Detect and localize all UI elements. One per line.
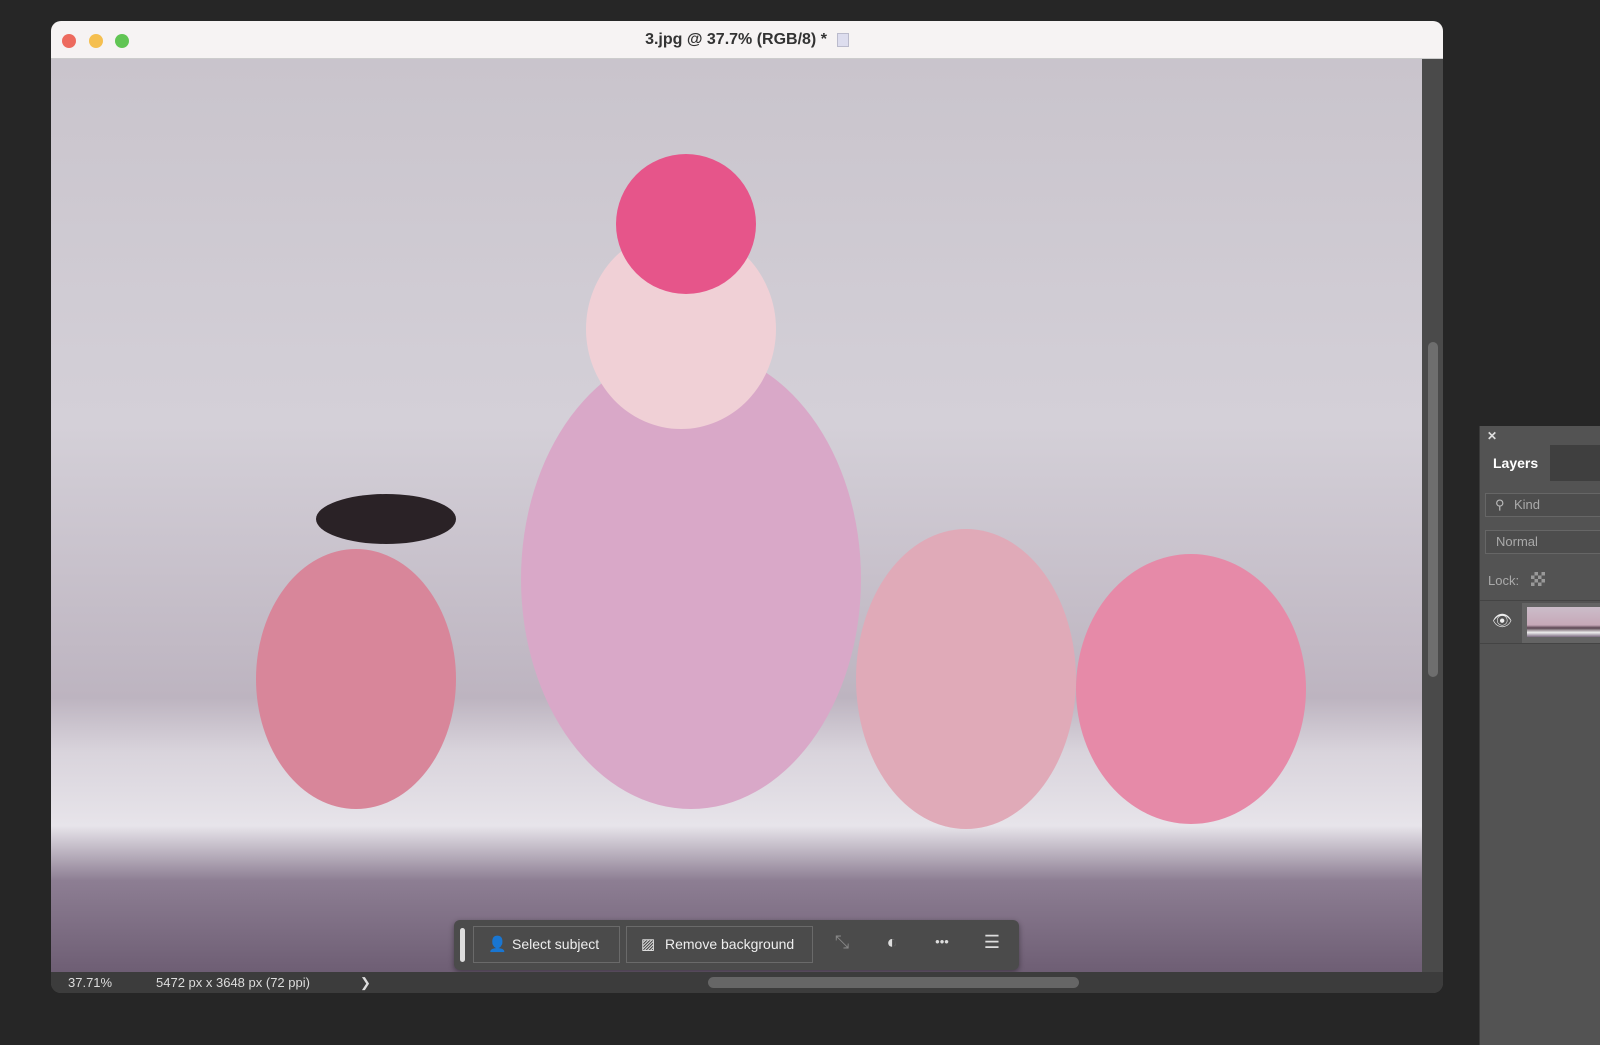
photo-bear-hat — [316, 494, 456, 544]
title-bar: 3.jpg @ 37.7% (RGB/8) * — [51, 21, 1443, 59]
photo-bear-middle — [856, 529, 1076, 829]
horizontal-scroll-thumb[interactable] — [708, 977, 1079, 988]
visibility-eye-icon[interactable]: 👁 — [1492, 611, 1512, 631]
minimize-button[interactable] — [89, 34, 103, 48]
contextual-task-bar: 👤 Select subject ▨ Remove background ⤡ ◐ •… — [454, 920, 1019, 970]
zoom-button[interactable] — [115, 34, 129, 48]
vertical-scroll-thumb[interactable] — [1428, 342, 1438, 677]
lock-transparency-icon[interactable] — [1531, 572, 1545, 586]
vertical-scrollbar[interactable] — [1422, 59, 1443, 972]
layers-panel: ✕ Layers ⚲ Kind Normal Lock: 👁 — [1479, 426, 1600, 1045]
document-icon — [836, 32, 849, 47]
document-dimensions: 5472 px x 3648 px (72 ppi) — [156, 975, 310, 990]
image-icon: ▨ — [641, 936, 656, 953]
zoom-level[interactable]: 37.71% — [68, 975, 112, 990]
tab-layers[interactable]: Layers — [1480, 445, 1550, 481]
search-icon: ⚲ — [1495, 497, 1505, 512]
settings-sliders-icon[interactable]: ☰ — [980, 932, 1004, 953]
close-button[interactable] — [62, 34, 76, 48]
layer-kind-filter[interactable]: ⚲ Kind — [1485, 493, 1600, 517]
select-subject-button[interactable]: 👤 Select subject — [473, 926, 620, 963]
more-options-icon[interactable]: ••• — [930, 934, 954, 949]
blend-mode-select[interactable]: Normal — [1485, 530, 1600, 554]
lock-label: Lock: — [1488, 573, 1520, 588]
adjustment-circle-icon[interactable]: ◐ — [880, 932, 904, 953]
remove-background-button[interactable]: ▨ Remove background — [626, 926, 813, 963]
drag-handle[interactable] — [460, 928, 465, 962]
person-icon: 👤 — [488, 936, 507, 953]
photo-bear-left — [256, 549, 456, 809]
document-window: 3.jpg @ 37.7% (RGB/8) * 👤 Select subject … — [51, 21, 1443, 993]
photo-flower — [616, 154, 756, 294]
window-title: 3.jpg @ 37.7% (RGB/8) * — [645, 31, 827, 48]
photo-bear-right — [1076, 554, 1306, 824]
photo — [256, 154, 1306, 829]
image-canvas[interactable]: 👤 Select subject ▨ Remove background ⤡ ◐ •… — [51, 59, 1422, 972]
transform-selection-icon[interactable]: ⤡ — [830, 932, 854, 953]
layer-thumbnail — [1527, 607, 1600, 637]
status-bar: 37.71% 5472 px x 3648 px (72 ppi) ❯ — [51, 972, 1443, 993]
panel-close-icon[interactable]: ✕ — [1487, 429, 1497, 443]
status-menu-arrow[interactable]: ❯ — [360, 975, 371, 991]
layer-row[interactable]: 👁 — [1480, 600, 1600, 644]
